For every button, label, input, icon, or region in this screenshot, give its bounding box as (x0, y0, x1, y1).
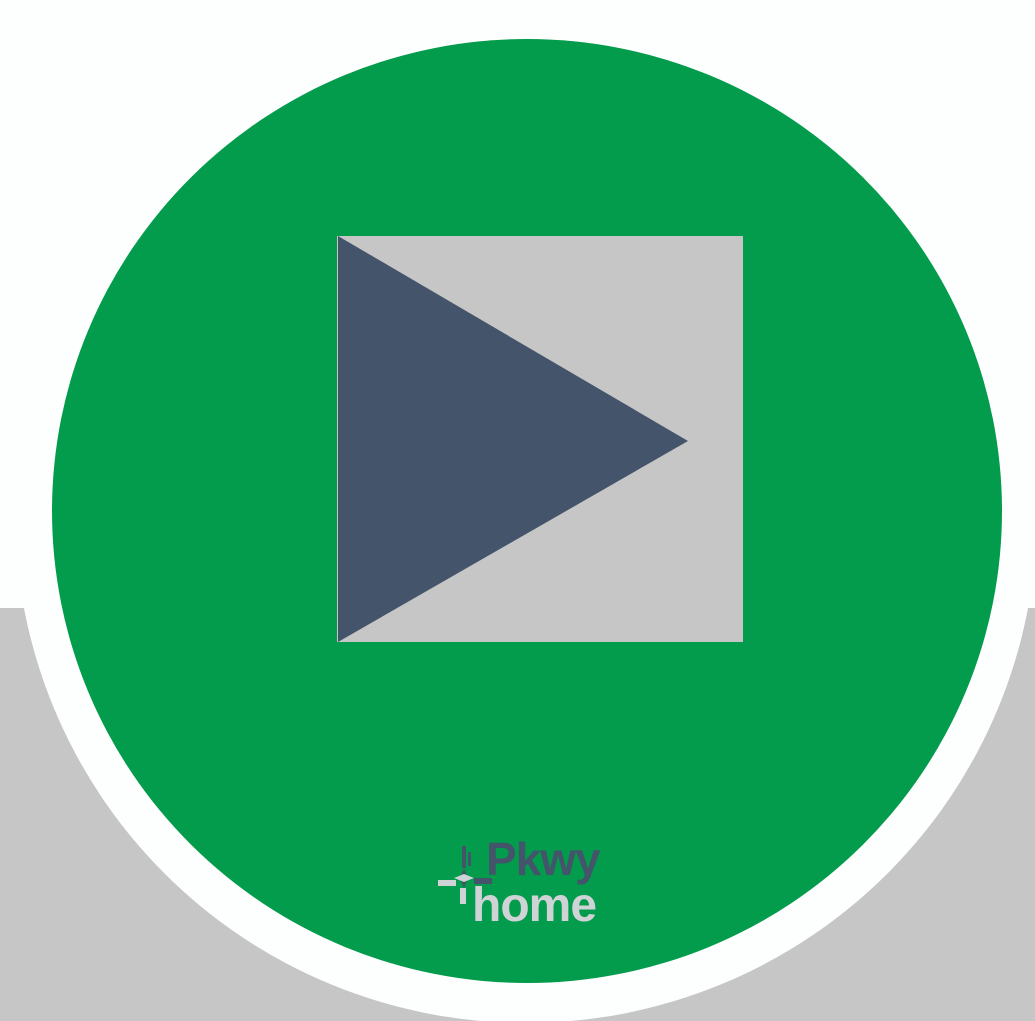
play-button-graphic: Pkwy home (0, 0, 1035, 1021)
brand-logo: Pkwy home (436, 836, 620, 934)
logo-text-home: home (472, 879, 597, 932)
play-icon (338, 236, 688, 642)
logo-text-pkwy: Pkwy (486, 833, 601, 885)
play-icon-container[interactable] (337, 236, 743, 642)
